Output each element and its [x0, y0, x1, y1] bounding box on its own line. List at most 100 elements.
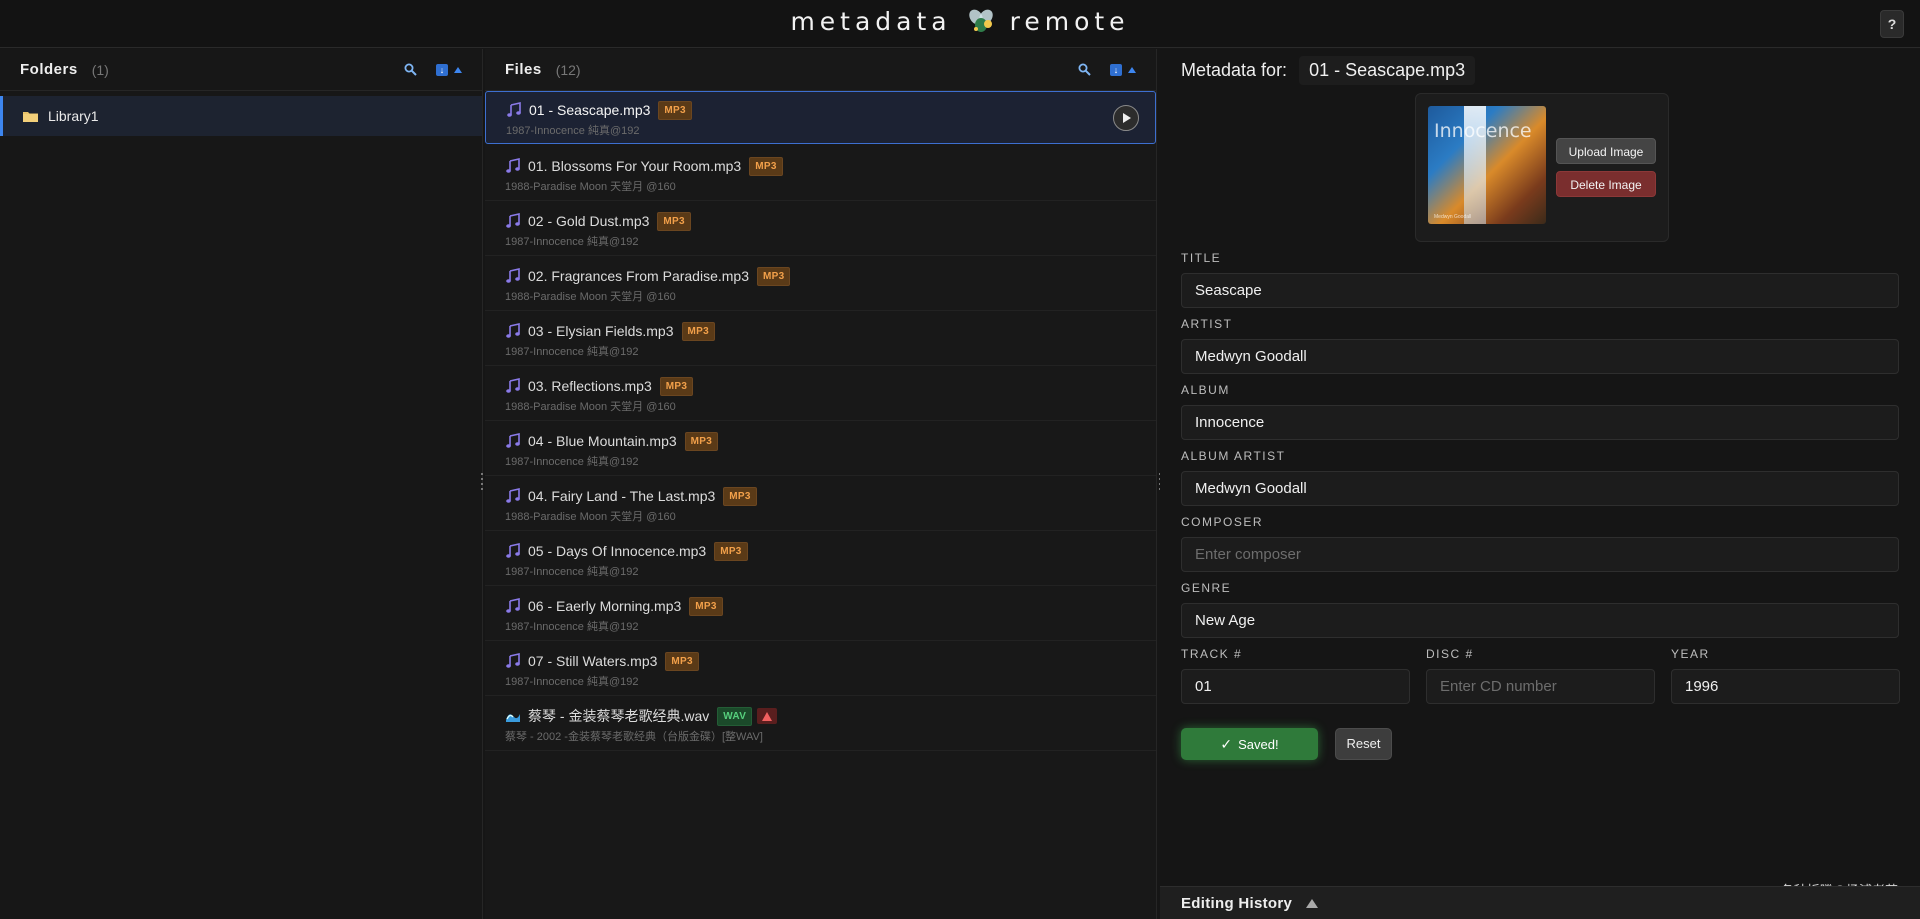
file-row[interactable]: 04 - Blue Mountain.mp3 MP3 1987-Innocence … [485, 421, 1156, 476]
top-bar: metadata remote ? [0, 0, 1920, 48]
format-badge: MP3 [714, 541, 748, 561]
folders-count: (1) [91, 61, 109, 78]
files-header: Files (12) ↓ [485, 49, 1156, 91]
album-cover-image: Innocence Medwyn Goodall [1428, 106, 1546, 224]
app-title-right: remote [1009, 7, 1130, 36]
file-row-main: 06 - Eaerly Morning.mp3 MP3 [505, 596, 1156, 616]
files-sort-toggle[interactable]: ↓ [1110, 63, 1136, 76]
album-artist-field[interactable]: Medwyn Goodall [1181, 471, 1899, 506]
file-row-main: 04 - Blue Mountain.mp3 MP3 [505, 431, 1156, 451]
file-name: 06 - Eaerly Morning.mp3 [528, 598, 682, 614]
file-row[interactable]: 07 - Still Waters.mp3 MP3 1987-Innocence 純… [485, 641, 1156, 696]
composer-label: COMPOSER [1181, 515, 1264, 529]
cover-subtext: Medwyn Goodall [1434, 214, 1472, 220]
format-badge: MP3 [756, 266, 791, 286]
format-badge: MP3 [665, 651, 699, 671]
file-row-main: 蔡琴 - 金装蔡琴老歌经典.wav WAV [505, 706, 1156, 726]
track-field[interactable]: 01 [1181, 669, 1410, 704]
music-note-icon [506, 488, 520, 503]
format-badge: MP3 [681, 321, 715, 341]
file-row[interactable]: 06 - Eaerly Morning.mp3 MP3 1987-Innocence… [485, 586, 1156, 641]
file-row[interactable]: 02. Fragrances From Paradise.mp3 MP3 1988-… [485, 256, 1156, 311]
help-button[interactable]: ? [1880, 10, 1904, 38]
format-badge: MP3 [723, 486, 757, 506]
file-row[interactable]: 03 - Elysian Fields.mp3 MP3 1987-Innocence… [485, 311, 1156, 366]
play-button[interactable] [1113, 105, 1139, 131]
file-row-main: 01 - Seascape.mp3 MP3 [506, 100, 1155, 120]
genre-field[interactable]: New Age [1181, 603, 1899, 638]
file-name: 02 - Gold Dust.mp3 [528, 213, 650, 229]
folders-sort-toggle[interactable]: ↓ [436, 63, 462, 76]
album-art-card: Innocence Medwyn Goodall Upload Image De… [1415, 93, 1669, 242]
artist-field[interactable]: Medwyn Goodall [1181, 339, 1899, 374]
composer-field[interactable]: Enter composer [1181, 537, 1899, 572]
music-note-icon [506, 268, 520, 283]
file-subtitle: 1987-Innocence 純真@192 [505, 566, 639, 578]
files-panel: Files (12) ↓ 01 - Seascape.mp3 MP3 1987-In… [485, 49, 1161, 919]
metadata-header-label: Metadata for: [1181, 59, 1288, 80]
app-title-left: metadata [790, 7, 952, 36]
file-row-main: 03 - Elysian Fields.mp3 MP3 [505, 321, 1156, 341]
format-badge: MP3 [657, 211, 691, 231]
sort-direction-icon [454, 66, 462, 73]
editing-history-bar[interactable]: Editing History [1160, 886, 1920, 919]
upload-image-button[interactable]: Upload Image [1556, 138, 1656, 164]
cover-text: Innocence [1434, 120, 1532, 142]
file-subtitle: 1988-Paradise Moon 天堂月 @160 [505, 511, 676, 523]
file-row[interactable]: 蔡琴 - 金装蔡琴老歌经典.wav WAV 蔡琴 - 2002 -金装蔡琴老歌经典（… [485, 696, 1156, 751]
file-row[interactable]: 01. Blossoms For Your Room.mp3 MP3 1988-Pa… [485, 146, 1156, 201]
file-row[interactable]: 02 - Gold Dust.mp3 MP3 1987-Innocence 純真@1… [485, 201, 1156, 256]
format-badge: MP3 [689, 596, 723, 616]
file-subtitle: 1987-Innocence 純真@192 [506, 125, 640, 137]
file-row-main: 01. Blossoms For Your Room.mp3 MP3 [505, 156, 1156, 176]
file-subtitle: 1987-Innocence 純真@192 [505, 676, 639, 688]
file-subtitle: 蔡琴 - 2002 -金装蔡琴老歌经典（台版金碟）[整WAV] [505, 731, 763, 743]
folders-search-icon[interactable] [402, 62, 418, 78]
album-artist-label: ALBUM ARTIST [1181, 449, 1286, 463]
file-row[interactable]: 03. Reflections.mp3 MP3 1988-Paradise Moon… [485, 366, 1156, 421]
title-field[interactable]: Seascape [1181, 273, 1899, 308]
saved-button[interactable]: ✓ Saved! [1181, 728, 1318, 760]
file-name: 01. Blossoms For Your Room.mp3 [528, 158, 742, 174]
expand-triangle-icon [1306, 898, 1319, 908]
file-name: 07 - Still Waters.mp3 [528, 653, 658, 669]
file-row[interactable]: 05 - Days Of Innocence.mp3 MP3 1987-Innoce… [485, 531, 1156, 586]
files-search-icon[interactable] [1076, 62, 1092, 78]
metadata-file-name: 01 - Seascape.mp3 [1299, 55, 1476, 85]
format-badge: MP3 [749, 156, 783, 176]
file-name: 04 - Blue Mountain.mp3 [528, 433, 677, 449]
file-row[interactable]: 01 - Seascape.mp3 MP3 1987-Innocence 純真@19… [485, 91, 1156, 144]
music-note-icon [506, 213, 520, 228]
artist-label: ARTIST [1181, 317, 1233, 331]
track-label: TRACK # [1181, 647, 1243, 661]
file-subtitle: 1988-Paradise Moon 天堂月 @160 [505, 181, 676, 193]
file-row-main: 02. Fragrances From Paradise.mp3 MP3 [505, 266, 1156, 286]
delete-image-button[interactable]: Delete Image [1556, 171, 1656, 197]
sort-order-icon: ↓ [436, 63, 448, 76]
folder-item-library1[interactable]: Library1 [0, 96, 482, 136]
folders-panel: Folders (1) ↓ Library1 [0, 49, 483, 919]
reset-button[interactable]: Reset [1335, 728, 1392, 760]
file-row-main: 07 - Still Waters.mp3 MP3 [505, 651, 1156, 671]
editing-history-title: Editing History [1181, 894, 1293, 912]
file-name: 05 - Days Of Innocence.mp3 [528, 543, 707, 559]
fly-logo-icon [968, 9, 993, 32]
file-row[interactable]: 04. Fairy Land - The Last.mp3 MP3 1988-Par… [485, 476, 1156, 531]
year-field[interactable]: 1996 [1671, 669, 1900, 704]
check-icon: ✓ [1220, 735, 1233, 752]
album-label: ALBUM [1181, 383, 1230, 397]
file-name: 蔡琴 - 金装蔡琴老歌经典.wav [528, 708, 710, 724]
disc-field[interactable]: Enter CD number [1426, 669, 1655, 704]
file-row-main: 03. Reflections.mp3 MP3 [505, 376, 1156, 396]
genre-label: GENRE [1181, 581, 1232, 595]
title-label: TITLE [1181, 251, 1222, 265]
music-note-icon [506, 323, 520, 338]
music-note-icon [506, 653, 520, 668]
music-note-icon [506, 543, 520, 558]
file-subtitle: 1987-Innocence 純真@192 [505, 621, 639, 633]
file-name: 03. Reflections.mp3 [528, 378, 652, 394]
format-badge: MP3 [659, 376, 694, 396]
file-subtitle: 1987-Innocence 純真@192 [505, 236, 639, 248]
file-row-main: 04. Fairy Land - The Last.mp3 MP3 [505, 486, 1156, 506]
album-field[interactable]: Innocence [1181, 405, 1899, 440]
